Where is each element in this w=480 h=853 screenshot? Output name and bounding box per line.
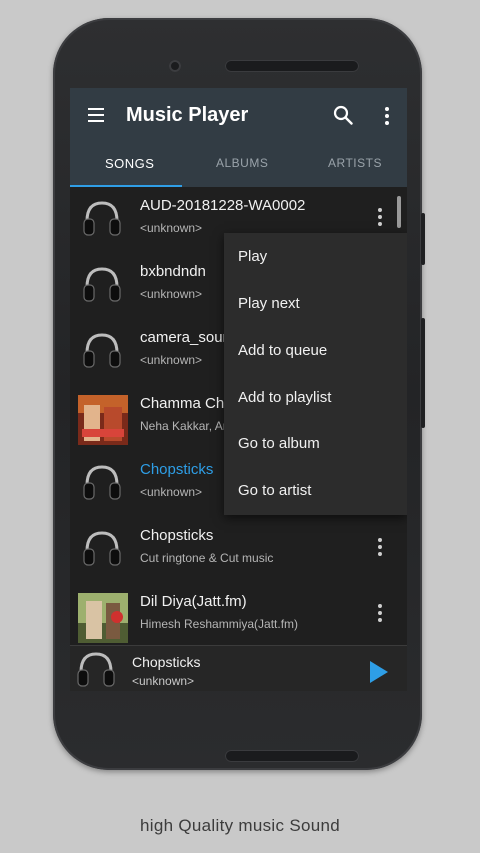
volume-button (421, 318, 425, 428)
list-scrollbar[interactable] (397, 196, 401, 228)
active-tab-indicator (70, 185, 182, 187)
menu-item-add-to-playlist[interactable]: Add to playlist (238, 389, 331, 406)
menu-item-go-to-album[interactable]: Go to album (238, 435, 320, 452)
song-row[interactable]: Chopsticks Cut ringtone & Cut music (70, 518, 407, 584)
tab-songs[interactable]: SONGS (105, 156, 154, 171)
menu-item-play-next[interactable]: Play next (238, 295, 300, 312)
app-title: Music Player (126, 104, 249, 126)
headphones-icon (83, 531, 121, 566)
song-context-menu: Play Play next Add to queue Add to playl… (224, 233, 407, 515)
song-artist: Neha Kakkar, Ar (140, 419, 227, 433)
song-options-icon[interactable] (378, 538, 382, 559)
song-options-icon[interactable] (378, 604, 382, 625)
top-speaker (225, 60, 359, 72)
now-playing-artist: <unknown> (132, 674, 195, 688)
song-row[interactable]: Dil Diya(Jatt.fm) Himesh Reshammiya(Jatt… (70, 584, 407, 650)
song-artist: <unknown> (140, 353, 203, 367)
song-options-icon[interactable] (378, 208, 382, 229)
headphones-icon (83, 465, 121, 500)
now-playing-bar[interactable]: Chopsticks <unknown> (70, 645, 407, 691)
headphones-icon (83, 201, 121, 236)
tab-albums[interactable]: ALBUMS (216, 156, 268, 170)
bottom-speaker (225, 750, 359, 762)
play-icon[interactable] (370, 661, 388, 683)
headphones-icon (83, 333, 121, 368)
power-button (421, 213, 425, 265)
app-screen: Music Player SONGS ALBUMS ARTISTS AUD-20… (70, 88, 407, 691)
album-art-image (78, 593, 128, 643)
song-title: Chopsticks (140, 461, 214, 478)
song-title: bxbndndn (140, 263, 206, 280)
song-artist: <unknown> (140, 485, 203, 499)
album-art-image (78, 395, 128, 445)
headphones-icon (77, 652, 115, 687)
front-camera (169, 60, 181, 72)
headphones-icon (83, 267, 121, 302)
menu-item-go-to-artist[interactable]: Go to artist (238, 482, 311, 499)
app-bar: Music Player SONGS ALBUMS ARTISTS (70, 88, 407, 187)
search-icon[interactable] (333, 105, 353, 125)
now-playing-title: Chopsticks (132, 654, 201, 670)
tagline: high Quality music Sound (140, 816, 340, 835)
song-artist: <unknown> (140, 287, 203, 301)
tab-artists[interactable]: ARTISTS (328, 156, 382, 170)
song-title: Chopsticks (140, 527, 214, 544)
song-title: Chamma Ch (140, 395, 225, 412)
song-artist: <unknown> (140, 221, 203, 235)
hamburger-menu-icon[interactable] (88, 108, 104, 122)
overflow-menu-icon[interactable] (385, 107, 389, 128)
menu-item-play[interactable]: Play (238, 248, 267, 265)
song-title: Dil Diya(Jatt.fm) (140, 593, 247, 610)
song-title: camera_sour (140, 329, 228, 346)
song-title: AUD-20181228-WA0002 (140, 197, 306, 214)
menu-item-add-to-queue[interactable]: Add to queue (238, 342, 327, 359)
song-artist: Himesh Reshammiya(Jatt.fm) (140, 617, 299, 631)
song-artist: Cut ringtone & Cut music (140, 551, 274, 565)
